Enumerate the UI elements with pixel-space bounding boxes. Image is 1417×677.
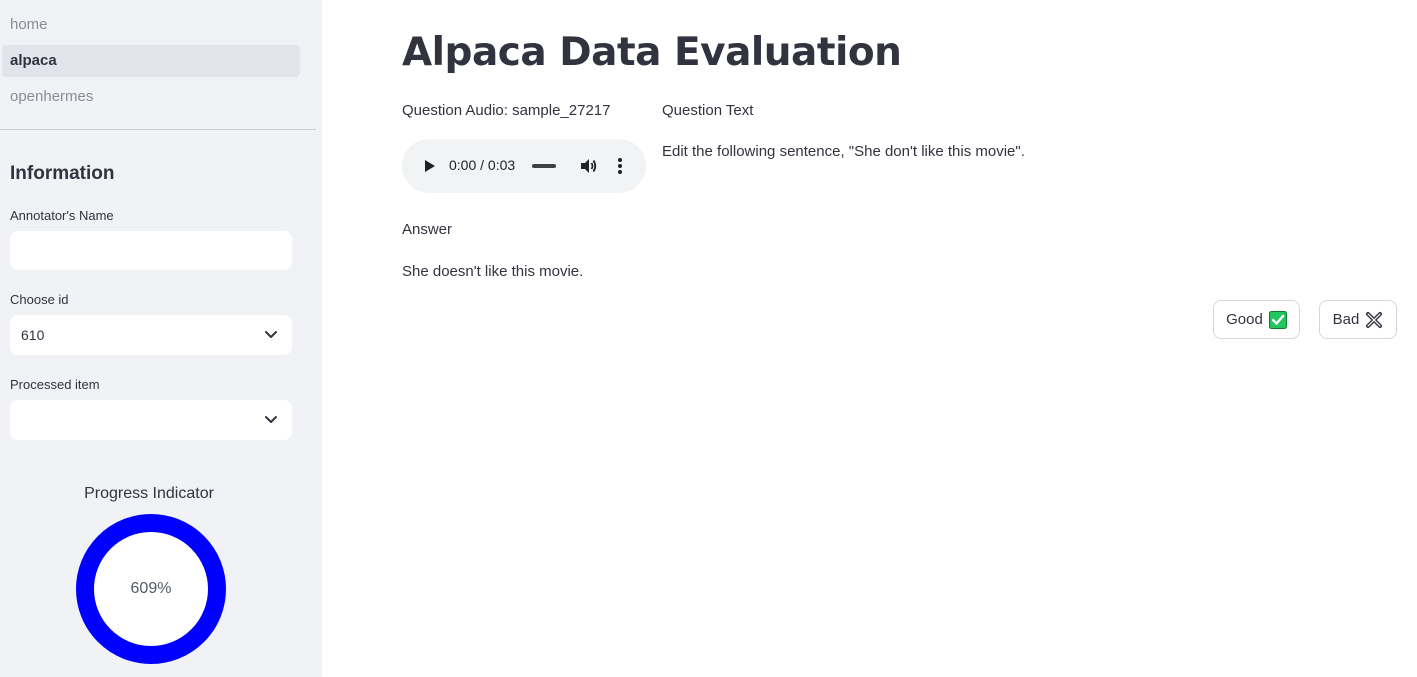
answer-label: Answer: [402, 221, 453, 238]
question-text-label: Question Text: [662, 102, 754, 119]
audio-time: 0:00 / 0:03: [449, 157, 516, 173]
progress-value: 609%: [130, 580, 172, 597]
audio-player: 0:00 / 0:03: [402, 139, 646, 193]
cross-mark-icon: [1366, 311, 1383, 328]
annotator-name-input[interactable]: [10, 231, 292, 270]
nav-item-alpaca[interactable]: alpaca: [2, 45, 300, 77]
volume-icon[interactable]: [578, 156, 598, 176]
chevron-down-icon: [265, 331, 277, 338]
question-text: Edit the following sentence, "She don't …: [662, 143, 1025, 160]
choose-id-label: Choose id: [10, 292, 69, 307]
more-options-icon[interactable]: [612, 156, 628, 176]
chevron-down-icon: [265, 416, 277, 423]
answer-text: She doesn't like this movie.: [402, 263, 584, 280]
bad-button-label: Bad: [1332, 311, 1360, 328]
question-audio-label: Question Audio: sample_27217: [402, 102, 611, 119]
good-button-label: Good: [1226, 311, 1263, 328]
progress-indicator-title: Progress Indicator: [84, 485, 214, 502]
check-mark-icon: [1268, 310, 1287, 329]
sidebar: home alpaca openhermes Information Annot…: [0, 0, 322, 677]
audio-progress-track[interactable]: [532, 164, 556, 168]
annotator-name-label: Annotator's Name: [10, 208, 114, 223]
good-button[interactable]: Good: [1213, 300, 1300, 339]
processed-item-label: Processed item: [10, 377, 100, 392]
bad-button[interactable]: Bad: [1319, 300, 1397, 339]
choose-id-select[interactable]: 610: [10, 315, 292, 355]
nav-item-openhermes[interactable]: openhermes: [2, 81, 300, 113]
processed-item-select[interactable]: [10, 400, 292, 440]
sidebar-nav: home alpaca openhermes: [2, 9, 300, 117]
sidebar-divider: [0, 129, 316, 130]
nav-item-home[interactable]: home: [2, 9, 300, 41]
choose-id-value: 610: [21, 327, 45, 343]
app: home alpaca openhermes Information Annot…: [0, 0, 1417, 677]
information-heading: Information: [10, 163, 115, 184]
play-icon[interactable]: [420, 157, 438, 175]
page-title: Alpaca Data Evaluation: [402, 30, 902, 75]
